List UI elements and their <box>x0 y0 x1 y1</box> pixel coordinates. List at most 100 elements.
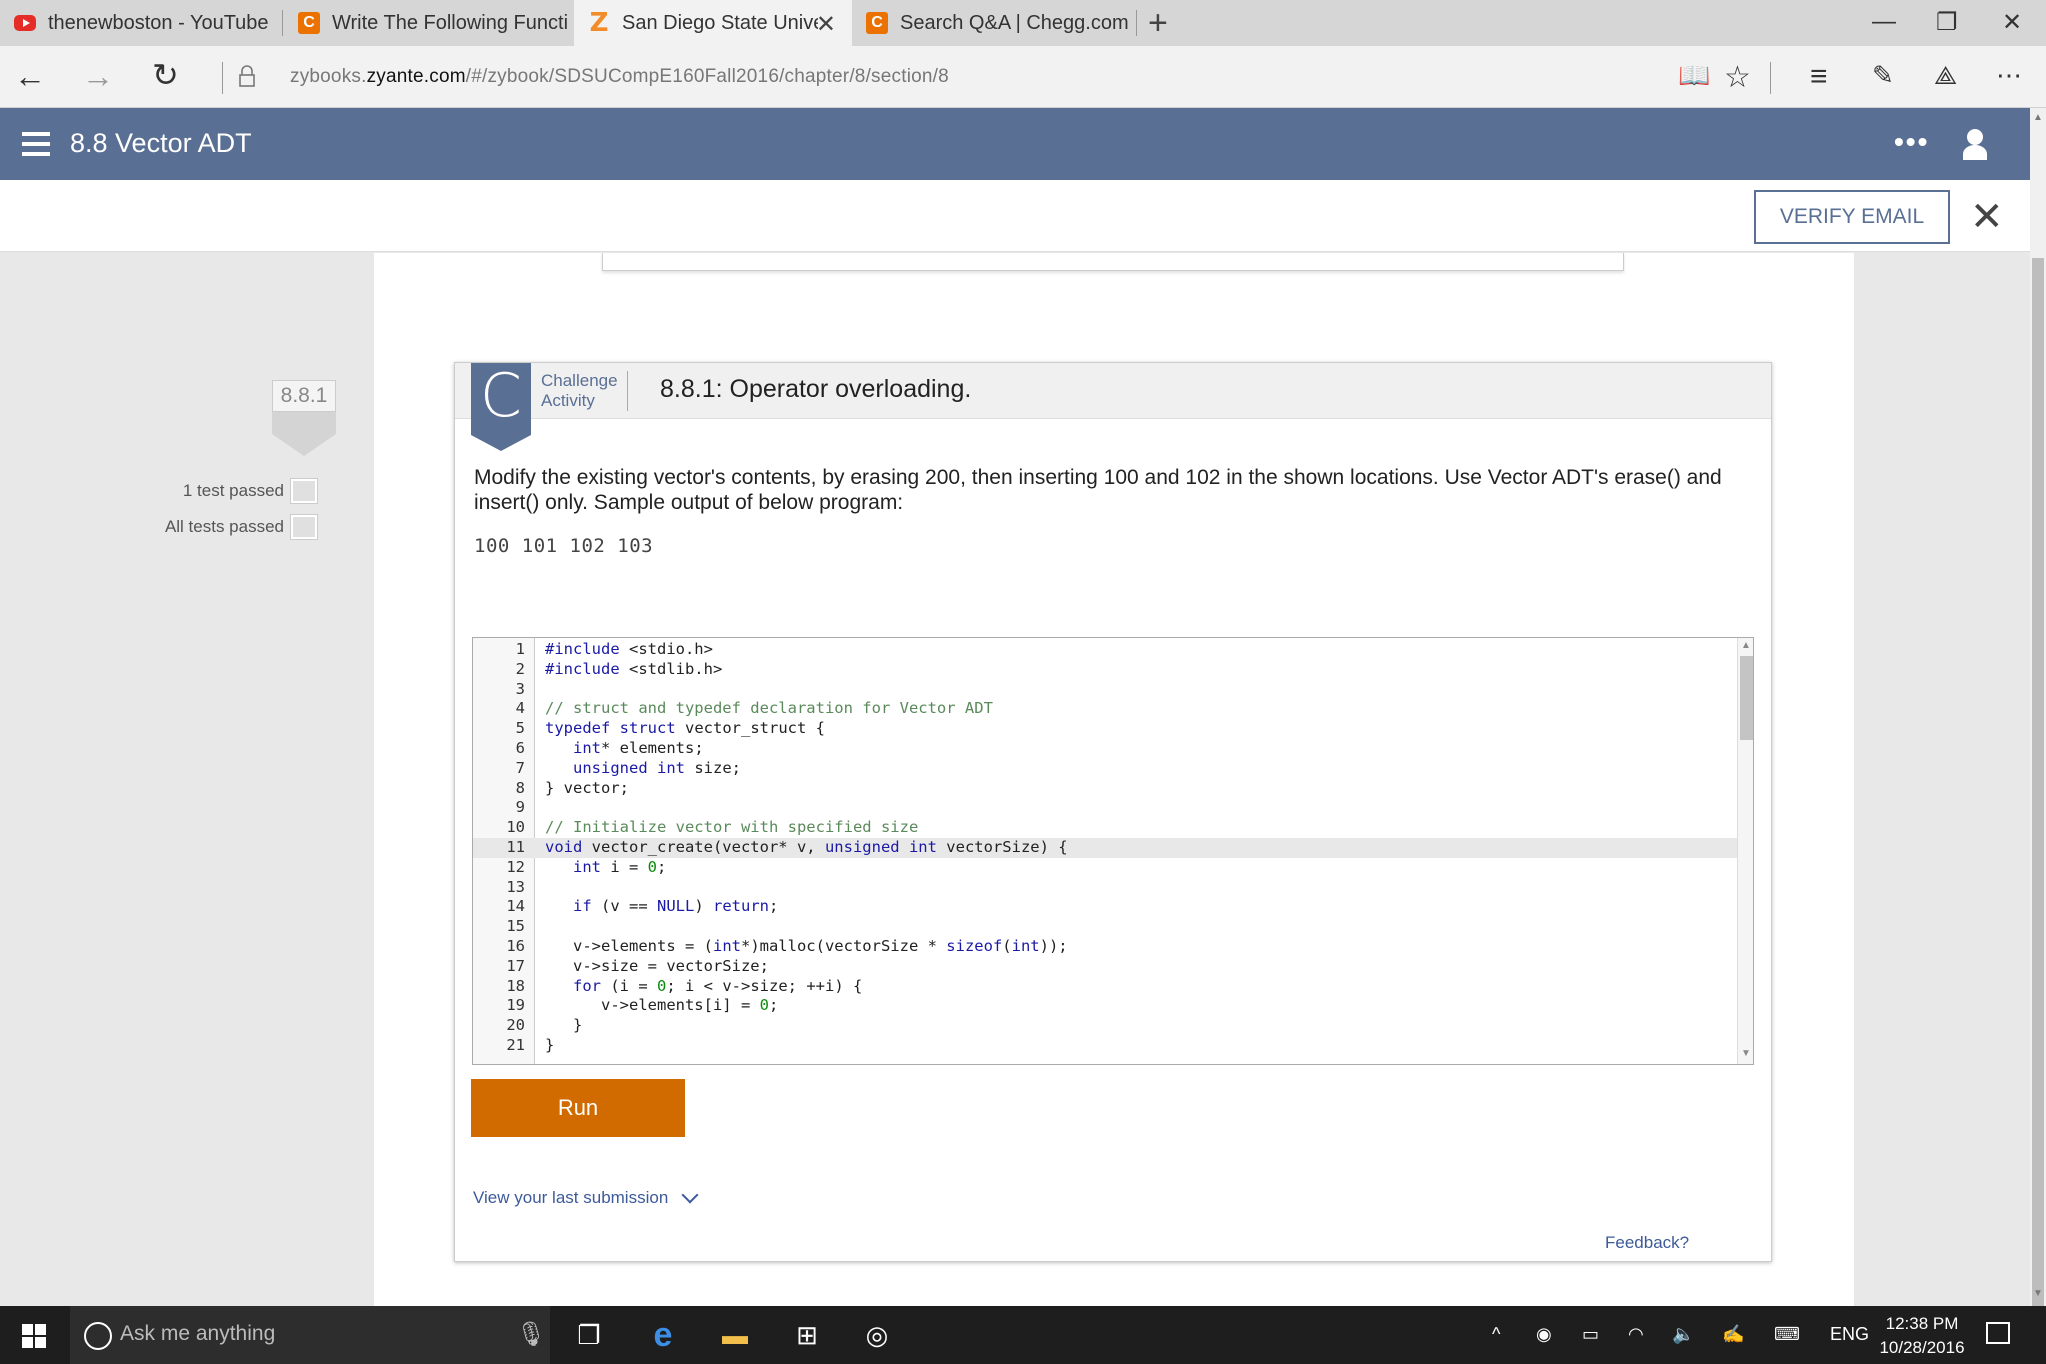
hub-icon[interactable]: ≡ <box>1810 60 1828 94</box>
code-line[interactable]: 14 if (v == NULL) return; <box>473 897 1737 917</box>
code-text[interactable]: v->elements[i] = 0; <box>535 996 778 1016</box>
code-text[interactable]: if (v == NULL) return; <box>535 897 778 917</box>
windows-start-icon[interactable] <box>22 1324 46 1348</box>
battery-icon[interactable]: ▭ <box>1582 1324 1599 1345</box>
store-icon[interactable]: ⊞ <box>790 1318 824 1352</box>
code-line[interactable]: 13 <box>473 878 1737 898</box>
feedback-link[interactable]: Feedback? <box>1605 1233 1689 1253</box>
code-line[interactable]: 10// Initialize vector with specified si… <box>473 818 1737 838</box>
code-line[interactable]: 12 int i = 0; <box>473 858 1737 878</box>
volume-icon[interactable]: 🔈 <box>1672 1324 1694 1345</box>
system-clock[interactable]: 12:38 PM 10/28/2016 <box>1876 1312 1968 1360</box>
view-last-submission-link[interactable]: View your last submission <box>473 1188 696 1208</box>
zybooks-header: 8.8 Vector ADT ••• <box>0 108 2030 180</box>
close-window-icon[interactable]: ✕ <box>2002 8 2022 37</box>
code-line[interactable]: 4// struct and typedef declaration for V… <box>473 699 1737 719</box>
web-note-icon[interactable]: ✎ <box>1872 60 1894 91</box>
code-text[interactable]: typedef struct vector_struct { <box>535 719 825 739</box>
reading-view-icon[interactable]: 📖 <box>1678 60 1710 91</box>
wifi-icon[interactable]: ◠ <box>1628 1324 1644 1345</box>
new-tab-button[interactable]: + <box>1148 4 1168 43</box>
code-text[interactable]: int i = 0; <box>535 858 666 878</box>
code-text[interactable]: } <box>535 1016 582 1036</box>
action-center-icon[interactable] <box>1986 1322 2010 1344</box>
code-text[interactable]: } vector; <box>535 779 629 799</box>
code-line[interactable]: 6 int* elements; <box>473 739 1737 759</box>
url-field[interactable]: zybooks.zyante.com/#/zybook/SDSUCompE160… <box>290 66 949 88</box>
cortana-search-box[interactable]: Ask me anything 🎙 <box>70 1306 550 1364</box>
code-line[interactable]: 1#include <stdio.h> <box>473 640 1737 660</box>
scrollbar-thumb[interactable] <box>1740 656 1753 740</box>
close-icon[interactable]: ✕ <box>1970 194 2004 240</box>
restore-icon[interactable]: ❐ <box>1936 8 1958 37</box>
close-tab-icon[interactable]: ✕ <box>816 10 836 39</box>
code-text[interactable]: } <box>535 1036 554 1056</box>
microphone-icon[interactable]: 🎙 <box>516 1320 546 1349</box>
code-line[interactable]: 2#include <stdlib.h> <box>473 660 1737 680</box>
back-arrow-icon[interactable]: ← <box>14 58 46 95</box>
code-line[interactable]: 5typedef struct vector_struct { <box>473 719 1737 739</box>
url-domain: zyante.com <box>367 66 466 87</box>
edge-browser-icon[interactable]: e <box>646 1318 680 1352</box>
page-scrollbar[interactable]: ▲ ▼ <box>2030 108 2046 1306</box>
code-text[interactable]: int* elements; <box>535 739 704 759</box>
record-icon[interactable]: ◉ <box>1536 1324 1552 1345</box>
line-number: 18 <box>473 977 525 997</box>
code-line[interactable]: 3 <box>473 680 1737 700</box>
code-line[interactable]: 18 for (i = 0; i < v->size; ++i) { <box>473 977 1737 997</box>
scrollbar-thumb[interactable] <box>2032 258 2044 1328</box>
code-editor[interactable]: 1#include <stdio.h>2#include <stdlib.h>3… <box>472 637 1754 1065</box>
code-text[interactable]: #include <stdlib.h> <box>535 660 722 680</box>
user-icon[interactable] <box>1962 128 1988 160</box>
scroll-down-icon[interactable]: ▼ <box>2033 1288 2043 1299</box>
code-line[interactable]: 20 } <box>473 1016 1737 1036</box>
tab-chegg-question[interactable]: C Write The Following Functic <box>284 0 574 46</box>
code-text[interactable]: #include <stdio.h> <box>535 640 713 660</box>
forward-arrow-icon[interactable]: → <box>82 58 114 95</box>
refresh-icon[interactable]: ↻ <box>152 56 179 94</box>
pen-icon[interactable]: ✍ <box>1722 1324 1744 1345</box>
challenge-badge: C <box>471 363 531 435</box>
code-line[interactable]: 16 v->elements = (int*)malloc(vectorSize… <box>473 937 1737 957</box>
tab-youtube[interactable]: thenewboston - YouTube <box>0 0 282 46</box>
code-text[interactable]: // Initialize vector with specified size <box>535 818 918 838</box>
run-button[interactable]: Run <box>471 1079 685 1137</box>
code-line[interactable]: 7 unsigned int size; <box>473 759 1737 779</box>
challenge-title: 8.8.1: Operator overloading. <box>660 375 971 404</box>
show-hidden-icons-icon[interactable]: ^ <box>1492 1324 1500 1345</box>
code-line[interactable]: 21} <box>473 1036 1737 1056</box>
code-text[interactable]: v->size = vectorSize; <box>535 957 769 977</box>
code-text[interactable]: // struct and typedef declaration for Ve… <box>535 699 993 719</box>
language-indicator[interactable]: ENG <box>1830 1324 1869 1345</box>
more-actions-icon[interactable]: ⋯ <box>1996 60 2022 91</box>
file-explorer-icon[interactable]: ▬ <box>718 1318 752 1352</box>
task-view-icon[interactable]: ❐ <box>572 1318 606 1352</box>
code-line[interactable]: 15 <box>473 917 1737 937</box>
tab-chegg-search[interactable]: C Search Q&A | Chegg.com <box>852 0 1136 46</box>
code-text[interactable]: void vector_create(vector* v, unsigned i… <box>535 838 1068 858</box>
scroll-up-icon[interactable]: ▲ <box>2033 112 2043 123</box>
code-line[interactable]: 9 <box>473 798 1737 818</box>
minimize-icon[interactable]: — <box>1872 8 1896 36</box>
code-text[interactable]: for (i = 0; i < v->size; ++i) { <box>535 977 862 997</box>
code-line[interactable]: 8} vector; <box>473 779 1737 799</box>
scroll-down-icon[interactable]: ▼ <box>1741 1048 1751 1059</box>
scroll-up-icon[interactable]: ▲ <box>1741 640 1751 651</box>
menu-icon[interactable] <box>22 132 50 156</box>
code-lines[interactable]: 1#include <stdio.h>2#include <stdlib.h>3… <box>473 640 1737 1056</box>
code-text[interactable]: v->elements = (int*)malloc(vectorSize * … <box>535 937 1068 957</box>
share-icon[interactable]: ⟁ <box>1934 60 1957 92</box>
code-line[interactable]: 11void vector_create(vector* v, unsigned… <box>473 838 1737 858</box>
favorite-star-icon[interactable]: ☆ <box>1724 60 1751 95</box>
code-line[interactable]: 17 v->size = vectorSize; <box>473 957 1737 977</box>
code-text[interactable]: unsigned int size; <box>535 759 741 779</box>
groove-music-icon[interactable]: ◎ <box>860 1318 894 1352</box>
keyboard-icon[interactable]: ⌨ <box>1774 1324 1800 1345</box>
editor-scrollbar[interactable]: ▲ ▼ <box>1737 638 1754 1064</box>
more-options-icon[interactable]: ••• <box>1894 126 1929 158</box>
search-placeholder: Ask me anything <box>120 1322 275 1346</box>
line-number: 9 <box>473 798 525 818</box>
tab-zybooks[interactable]: Z San Diego State Univer: ✕ <box>574 0 852 46</box>
verify-email-button[interactable]: VERIFY EMAIL <box>1754 190 1950 244</box>
code-line[interactable]: 19 v->elements[i] = 0; <box>473 996 1737 1016</box>
